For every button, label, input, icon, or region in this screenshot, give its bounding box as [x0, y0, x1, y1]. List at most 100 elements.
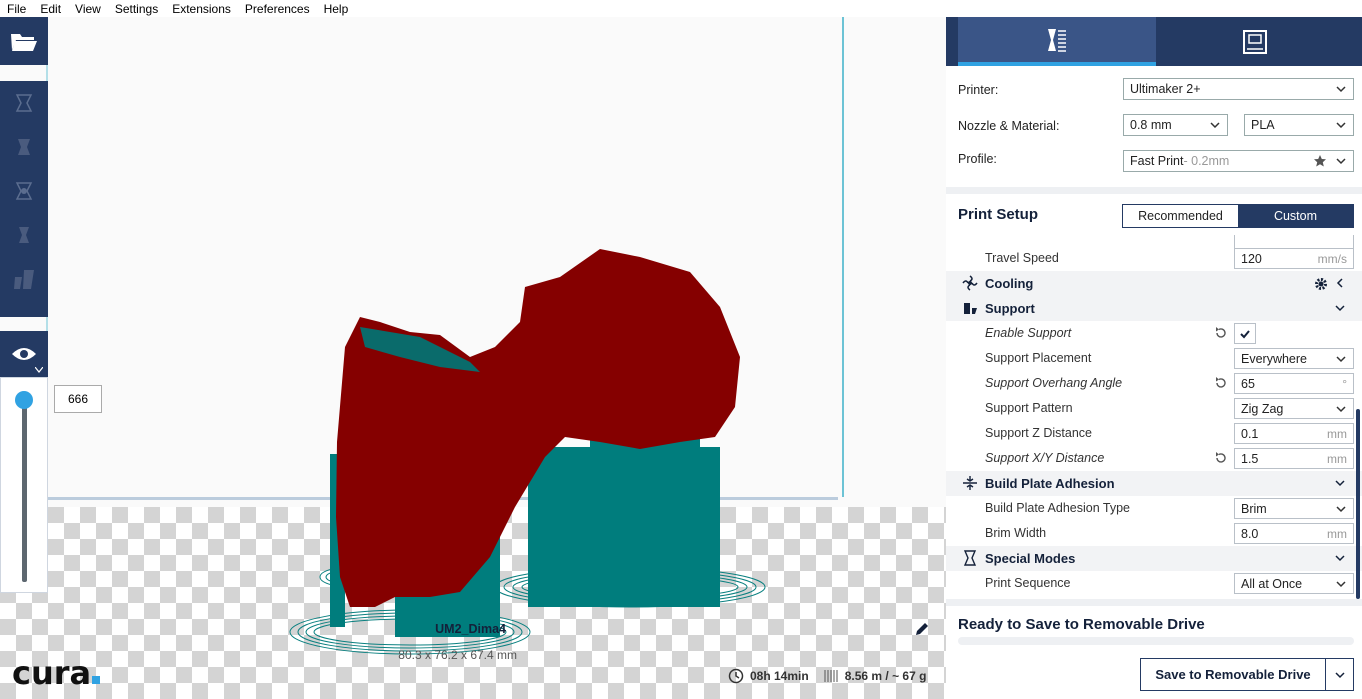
- input-value: 8.0: [1241, 526, 1259, 541]
- folder-icon: [11, 34, 37, 51]
- settings-scrollbar[interactable]: [1356, 409, 1360, 599]
- menu-settings[interactable]: Settings: [108, 2, 165, 16]
- 3d-viewport[interactable]: 666 UM2_Dima4 80.3 x 76.2 x 67.4 mm 08h …: [0, 17, 946, 699]
- recommended-button[interactable]: Recommended: [1123, 205, 1238, 227]
- unit: mm: [1327, 427, 1347, 441]
- print-time: 08h 14min: [750, 669, 809, 683]
- setting-label: Support Overhang Angle: [985, 376, 1123, 390]
- chevron-left-icon: [1336, 278, 1343, 288]
- logo-text: cura: [12, 654, 92, 692]
- setting-travel-speed: Travel Speed 120 mm/s: [946, 246, 1362, 271]
- brim-width-input[interactable]: 8.0 mm: [1234, 523, 1354, 544]
- input-value: Brim: [1241, 501, 1267, 516]
- scale-tool-button[interactable]: [0, 125, 48, 169]
- tab-prepare[interactable]: [958, 17, 1156, 66]
- layer-slider[interactable]: [0, 377, 48, 593]
- unit: mm: [1327, 527, 1347, 541]
- layer-slider-handle[interactable]: [15, 391, 33, 409]
- printer-dropdown[interactable]: Ultimaker 2+: [1123, 78, 1354, 100]
- chevron-down-icon: [1336, 506, 1346, 513]
- reset-icon[interactable]: [1214, 451, 1228, 465]
- printer-value: Ultimaker 2+: [1130, 82, 1201, 96]
- fan-icon: [962, 275, 978, 291]
- print-sequence-dropdown[interactable]: All at Once: [1234, 573, 1354, 594]
- translate-icon: [15, 94, 33, 112]
- category-cooling[interactable]: Cooling: [946, 271, 1362, 296]
- rotate-tool-button[interactable]: [0, 169, 48, 213]
- special-modes-icon: [963, 550, 977, 566]
- layer-slider-track[interactable]: [22, 402, 27, 582]
- menu-help[interactable]: Help: [317, 2, 356, 16]
- save-to-drive-button[interactable]: Save to Removable Drive: [1140, 658, 1326, 691]
- overhang-angle-input[interactable]: 65 °: [1234, 373, 1354, 394]
- view-mode-button[interactable]: [0, 331, 48, 377]
- divider: [946, 599, 1362, 606]
- prepare-icon: [1048, 28, 1066, 52]
- unit: mm/s: [1317, 252, 1347, 266]
- model-layer-view[interactable]: [0, 17, 946, 699]
- nozzle-dropdown[interactable]: 0.8 mm: [1123, 114, 1228, 136]
- travel-speed-input[interactable]: 120 mm/s: [1234, 248, 1354, 269]
- setting-adhesion-type: Build Plate Adhesion Type Brim: [946, 496, 1362, 521]
- mirror-tool-button[interactable]: [0, 213, 48, 257]
- support-placement-dropdown[interactable]: Everywhere: [1234, 348, 1354, 369]
- menu-file[interactable]: File: [0, 2, 33, 16]
- print-setup-title: Print Setup: [958, 206, 1039, 223]
- chevron-down-icon: [1336, 406, 1346, 413]
- material-usage: 8.56 m / ~ 67 g: [844, 669, 927, 683]
- tab-monitor[interactable]: [1156, 17, 1354, 66]
- settings-list[interactable]: Travel Speed 120 mm/s Cooling Support Ena…: [946, 235, 1362, 599]
- setting-label: Support X/Y Distance: [985, 451, 1105, 465]
- menu-view[interactable]: View: [68, 2, 108, 16]
- clock-icon: [728, 668, 744, 684]
- support-pattern-dropdown[interactable]: Zig Zag: [1234, 398, 1354, 419]
- menu-extensions[interactable]: Extensions: [165, 2, 238, 16]
- edit-name-icon[interactable]: [914, 621, 930, 637]
- adhesion-type-dropdown[interactable]: Brim: [1234, 498, 1354, 519]
- category-adhesion[interactable]: Build Plate Adhesion: [946, 471, 1362, 496]
- chevron-down-icon: [1335, 480, 1345, 487]
- material-dropdown[interactable]: PLA: [1244, 114, 1354, 136]
- chevron-down-icon: [1336, 122, 1346, 129]
- custom-button[interactable]: Custom: [1238, 205, 1353, 227]
- category-special-modes[interactable]: Special Modes: [946, 546, 1362, 571]
- setting-support-xy: Support X/Y Distance 1.5 mm: [946, 446, 1362, 471]
- menu-preferences[interactable]: Preferences: [238, 2, 317, 16]
- input-value: 65: [1241, 376, 1255, 391]
- open-file-button[interactable]: [0, 17, 48, 65]
- star-icon[interactable]: [1313, 154, 1327, 168]
- adhesion-icon: [963, 476, 977, 490]
- input-value: 120: [1241, 251, 1262, 266]
- setting-label: Support Z Distance: [985, 426, 1092, 440]
- menu-edit[interactable]: Edit: [33, 2, 68, 16]
- chevron-down-icon: [1336, 158, 1346, 165]
- support-icon: [964, 303, 977, 314]
- printer-label: Printer:: [958, 83, 999, 97]
- scale-icon: [18, 139, 30, 155]
- translate-tool-button[interactable]: [0, 81, 48, 125]
- reset-icon[interactable]: [1214, 326, 1228, 340]
- chevron-down-icon: [1334, 671, 1345, 678]
- cura-logo: cura: [12, 654, 101, 692]
- setting-brim-width: Brim Width 8.0 mm: [946, 521, 1362, 546]
- setting-support-placement: Support Placement Everywhere: [946, 346, 1362, 371]
- support-z-input[interactable]: 0.1 mm: [1234, 423, 1354, 444]
- setting-label: Travel Speed: [985, 251, 1059, 265]
- eye-icon: [12, 348, 36, 360]
- output-device-dropdown[interactable]: [1325, 658, 1354, 691]
- rotate-icon: [15, 182, 33, 200]
- layer-number-field[interactable]: 666: [54, 385, 102, 413]
- reset-icon[interactable]: [1214, 376, 1228, 390]
- profile-dropdown[interactable]: Fast Print - 0.2mm: [1123, 150, 1354, 172]
- support-xy-input[interactable]: 1.5 mm: [1234, 448, 1354, 469]
- category-label: Support: [985, 301, 1035, 316]
- enable-support-checkbox[interactable]: [1234, 323, 1256, 344]
- setting-enable-support: Enable Support: [946, 321, 1362, 346]
- per-model-settings-button[interactable]: [0, 257, 48, 301]
- category-support[interactable]: Support: [946, 296, 1362, 321]
- gear-icon[interactable]: [1314, 277, 1328, 291]
- progress-bar: [958, 637, 1354, 645]
- setting-label: Brim Width: [985, 526, 1047, 540]
- unit: °: [1342, 377, 1347, 391]
- setting-label: Support Placement: [985, 351, 1092, 365]
